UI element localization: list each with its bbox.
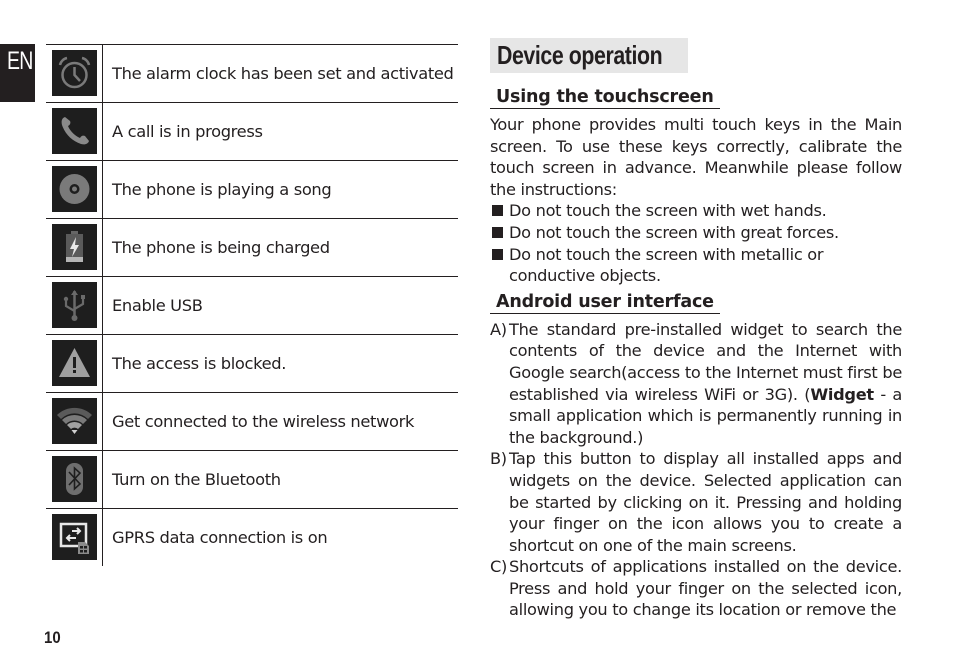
table-row: Turn on the Bluetooth [46,450,458,508]
row-description: The alarm clock has been set and activat… [112,64,454,83]
bluetooth-icon [52,456,97,502]
touchscreen-intro: Your phone provides multi touch keys in … [490,115,902,199]
gprs-data-icon [52,514,97,560]
wifi-icon [52,398,97,444]
table-row: The access is blocked. [46,334,458,392]
icon-cell [46,103,103,160]
bullet-text: Do not touch the screen with great force… [509,222,839,242]
square-bullet-icon [492,248,503,260]
table-row: The phone is playing a song [46,160,458,218]
table-row: Get connected to the wireless network [46,392,458,450]
touchscreen-bullet-list: Do not touch the screen with wet hands. … [490,200,902,286]
language-tab-label: EN [7,47,33,75]
row-description: Enable USB [112,296,203,315]
table-row: The alarm clock has been set and activat… [46,44,458,102]
list-item: Do not touch the screen with wet hands. [490,200,902,222]
icon-cell [46,393,103,450]
row-description: Get connected to the wireless network [112,412,415,431]
table-row: The phone is being charged [46,218,458,276]
section-title: Device operation [490,38,688,73]
table-row: GPRS data connection is on [46,508,458,566]
row-description: The access is blocked. [112,354,287,373]
row-description: The phone is being charged [112,238,330,257]
android-ui-list: A) The standard pre-installed widget to … [490,319,902,621]
item-bold-term: Widget [810,384,874,404]
list-item: B) Tap this button to display all instal… [490,448,902,556]
item-letter: A) [490,319,507,339]
icon-cell [46,161,103,218]
square-bullet-icon [492,205,503,217]
status-icon-table: The alarm clock has been set and activat… [46,44,458,566]
item-letter: C) [490,557,508,577]
icon-cell [46,45,103,102]
table-row: Enable USB [46,276,458,334]
section-title-text: Device operation [497,40,663,70]
list-item: Do not touch the screen with great force… [490,222,902,244]
square-bullet-icon [492,226,503,238]
battery-charging-icon [52,224,97,270]
icon-cell [46,509,103,566]
phone-call-icon [52,108,97,154]
touchscreen-heading: Using the touchscreen [490,87,720,109]
item-letter: B) [490,449,507,469]
icon-cell [46,219,103,276]
list-item: C) Shortcuts of applications installed o… [490,556,902,621]
warning-icon [52,340,97,386]
row-description: A call is in progress [112,122,263,141]
item-text: Shortcuts of applications installed on t… [509,557,902,620]
row-description: GPRS data connection is on [112,528,328,547]
list-item: A) The standard pre-installed widget to … [490,319,902,449]
icon-cell [46,277,103,334]
list-item: Do not touch the screen with metallic or… [490,244,902,287]
bullet-text: Do not touch the screen with metallic or… [509,244,824,286]
music-disc-icon [52,166,97,212]
device-operation-section: Device operation Using the touchscreen Y… [490,38,902,621]
bullet-text: Do not touch the screen with wet hands. [509,201,827,221]
usb-icon [52,282,97,328]
page-number: 10 [44,628,61,647]
row-description: The phone is playing a song [112,180,332,199]
alarm-clock-icon [52,50,97,96]
android-ui-heading: Android user interface [490,292,720,314]
table-row: A call is in progress [46,102,458,160]
language-tab: EN [0,44,35,102]
icon-cell [46,335,103,392]
icon-cell [46,451,103,508]
row-description: Turn on the Bluetooth [112,470,281,489]
item-text: Tap this button to display all installed… [509,449,902,555]
